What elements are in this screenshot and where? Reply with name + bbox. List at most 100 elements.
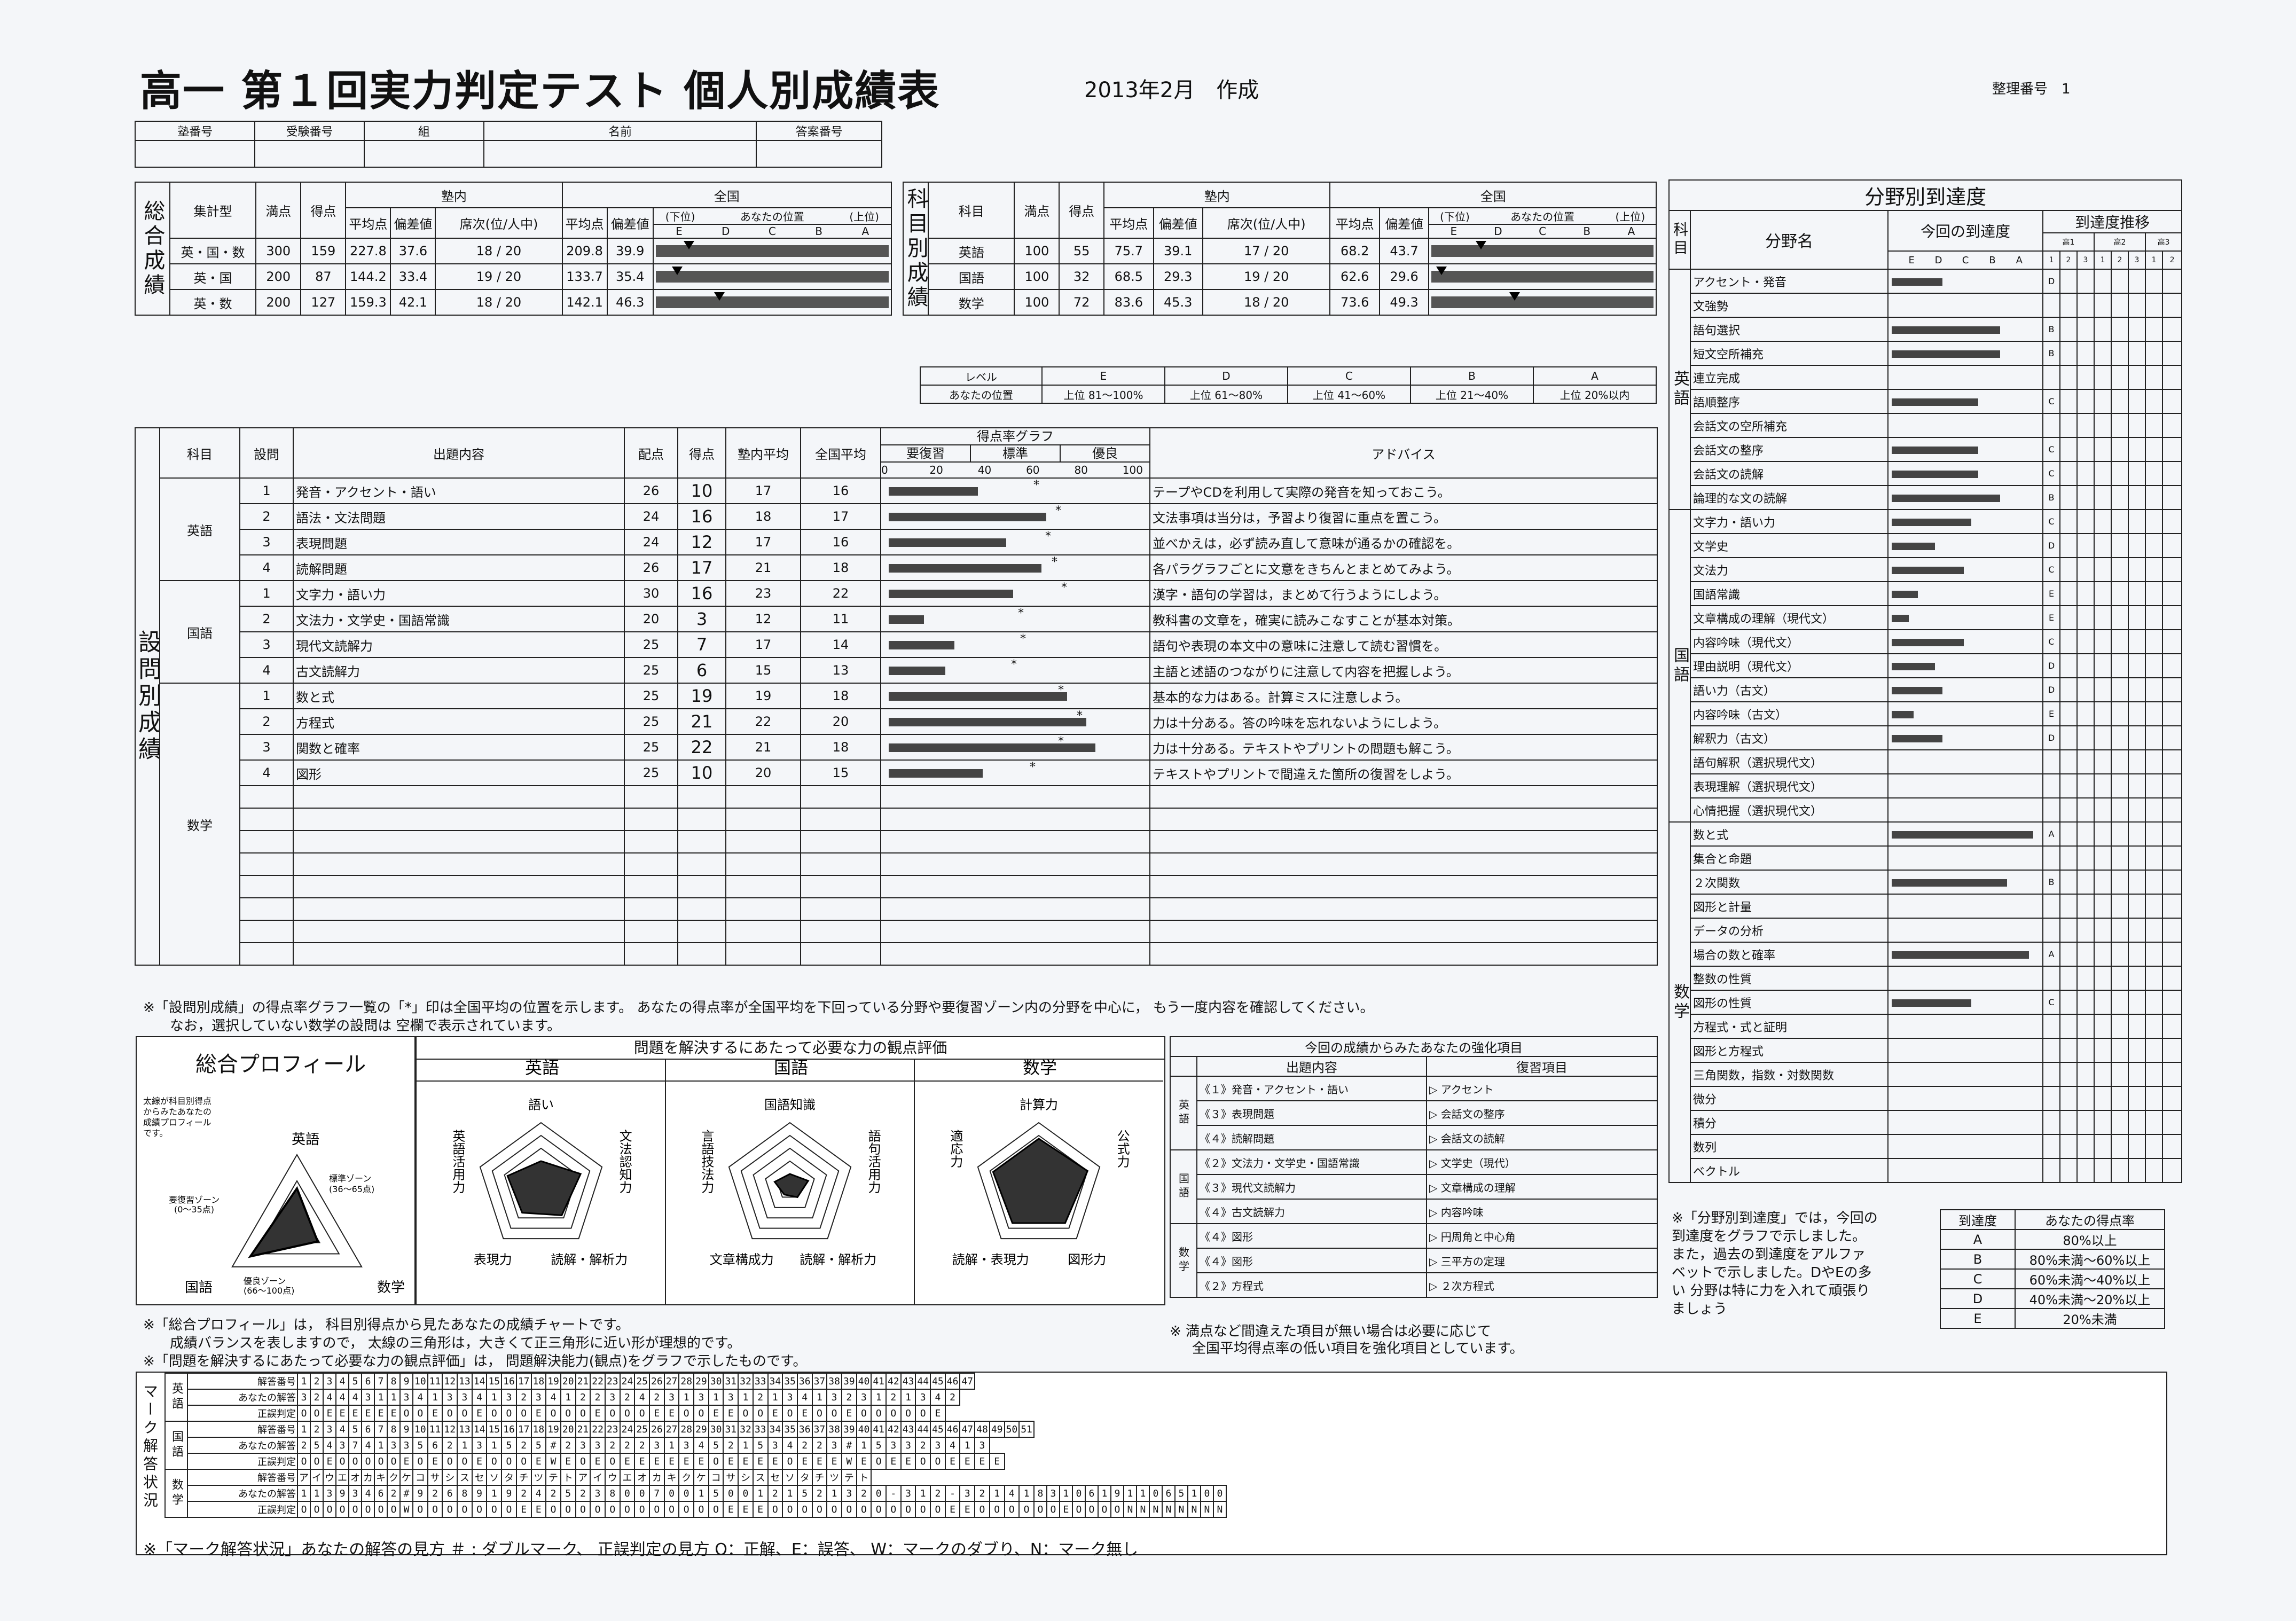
- trend-cell: [2094, 389, 2112, 414]
- triangle-icon: ▷: [1429, 1132, 1441, 1145]
- empty-cell: [239, 942, 294, 966]
- trend-cell: [2128, 1134, 2146, 1159]
- rate-bar: [889, 743, 1095, 752]
- mark-cell: 0: [738, 1485, 754, 1502]
- question-row: 2 方程式 25 21 22 20 * 力は十分ある。答の吟味を忘れないようにしよう。: [135, 708, 1658, 735]
- field-bar: [1892, 567, 1964, 574]
- trend-cell: [2059, 821, 2078, 847]
- mark-cell: 2: [796, 1437, 813, 1454]
- total-position: [652, 263, 892, 290]
- ability-axis-label: 文章構成力: [710, 1252, 774, 1267]
- trend-cell: [2059, 437, 2078, 462]
- field-name: アクセント・発音: [1690, 269, 1888, 294]
- strength-review-text: 三平方の定理: [1440, 1255, 1505, 1268]
- field-bar: [1892, 591, 1918, 598]
- mark-cell: ト: [560, 1469, 576, 1486]
- field-bar-cell: [1887, 557, 2043, 582]
- empty-cell: [1149, 785, 1658, 809]
- nation-avg-marker: *: [1061, 581, 1067, 594]
- q-juku-avg: 23: [725, 580, 801, 607]
- mark-cell: ク: [678, 1469, 695, 1486]
- total-rank: 18 / 20: [435, 238, 563, 264]
- mark-cell: 6: [1161, 1485, 1176, 1502]
- mark-cell: 21: [575, 1421, 591, 1438]
- mark-cell: 0: [678, 1485, 695, 1502]
- field-bar: [1892, 398, 1978, 406]
- legend-row: E 20%未満: [1940, 1308, 2165, 1329]
- trend-cell: [2161, 365, 2183, 390]
- field-table: 分野別到達度 科目 分野名 今回の到達度 到達度推移 高1 高2 高3 E D C B A 1 2 3 1 2 3 1…: [1668, 179, 2183, 1183]
- trend-cell: [2128, 485, 2146, 510]
- field-note-line: 到達度をグラフで示しました。: [1672, 1228, 1867, 1244]
- trend-cell: [2128, 533, 2146, 558]
- mark-cell: テ: [841, 1469, 857, 1486]
- trend-cell: [2076, 413, 2095, 438]
- trend-cell: [2059, 533, 2078, 558]
- mark-cell: 24: [619, 1373, 636, 1390]
- trend-cell: [2111, 269, 2129, 294]
- trend-cell: [2076, 557, 2095, 582]
- mark-cell: 35: [782, 1373, 798, 1390]
- mark-cell: 4: [323, 1437, 336, 1454]
- mark-cell: 1: [767, 1389, 783, 1406]
- position-track: [1431, 241, 1654, 257]
- trend-cell: [2076, 1158, 2095, 1183]
- subj-avg: 83.6: [1103, 289, 1154, 316]
- mark-cell: E: [723, 1405, 739, 1422]
- mark-subject: 数学: [164, 1469, 188, 1518]
- mark-cell: 22: [590, 1421, 606, 1438]
- col-full: 満点: [255, 182, 302, 239]
- col-nation: 全国: [1329, 182, 1657, 208]
- trend-cell: [2094, 461, 2112, 486]
- ability-axis-label: 適応力: [948, 1130, 963, 1168]
- mark-cell: 2: [427, 1485, 443, 1502]
- total-score: 127: [300, 289, 347, 316]
- trend-cell: [2059, 269, 2078, 294]
- empty-cell: [880, 875, 1150, 898]
- trend-cell: [2145, 1134, 2163, 1159]
- mark-cell: O: [560, 1501, 576, 1518]
- mark-cell: 4: [530, 1485, 547, 1502]
- creation-date: 2013年2月 作成: [1084, 78, 1259, 103]
- total-avg: 144.2: [345, 263, 391, 290]
- trend-grade: E: [2042, 701, 2060, 726]
- trend-grade: [2042, 1134, 2060, 1159]
- mark-cell: O: [374, 1501, 388, 1518]
- position-track: [655, 267, 889, 283]
- mark-cell: 3: [649, 1437, 665, 1454]
- trend-cell: [2076, 605, 2095, 630]
- profile-panel: 総合プロフィール 太線が科目別得点 からみたあなたの 成績プロフィール です。 英語国…: [136, 1036, 416, 1305]
- mark-cell: サ: [427, 1469, 443, 1486]
- trend-cell: [2128, 894, 2146, 919]
- trend-cell: [2128, 749, 2146, 774]
- mark-cell: O: [486, 1501, 503, 1518]
- mark-cell: 32: [738, 1373, 754, 1390]
- trend-cell: [2059, 485, 2078, 510]
- subj-position: [1428, 238, 1657, 264]
- field-bar-cell: [1887, 966, 2043, 991]
- field-name: 解釈力（古文）: [1690, 725, 1888, 750]
- mark-cell: ケ: [399, 1469, 413, 1486]
- field-bar: [1892, 831, 2033, 839]
- empty-cell: [293, 920, 625, 943]
- q-points: 25: [624, 759, 678, 786]
- strength-row: 《４》図形 ▷ 三平方の定理: [1170, 1248, 1658, 1273]
- trend-cell: [2076, 990, 2095, 1015]
- field-bar-cell: [1887, 701, 2043, 726]
- empty-cell: [624, 830, 678, 853]
- trend-cell: [2094, 605, 2112, 630]
- trend-term: 3: [2128, 250, 2146, 270]
- mark-cell: タ: [501, 1469, 517, 1486]
- mark-cell: セ: [471, 1469, 488, 1486]
- mark-cell: E: [515, 1501, 532, 1518]
- field-bar-cell: [1887, 293, 2043, 318]
- trend-grade: B: [2042, 485, 2060, 510]
- trend-grade: E: [2042, 581, 2060, 606]
- empty-row: [135, 830, 1658, 853]
- trend-cell: [2111, 797, 2129, 823]
- q-rate-graph: *: [880, 606, 1150, 632]
- trend-cell: [2161, 797, 2183, 823]
- trend-grade: [2042, 894, 2060, 919]
- field-row: 整数の性質: [1669, 966, 2183, 991]
- mark-cell: 3: [530, 1389, 547, 1406]
